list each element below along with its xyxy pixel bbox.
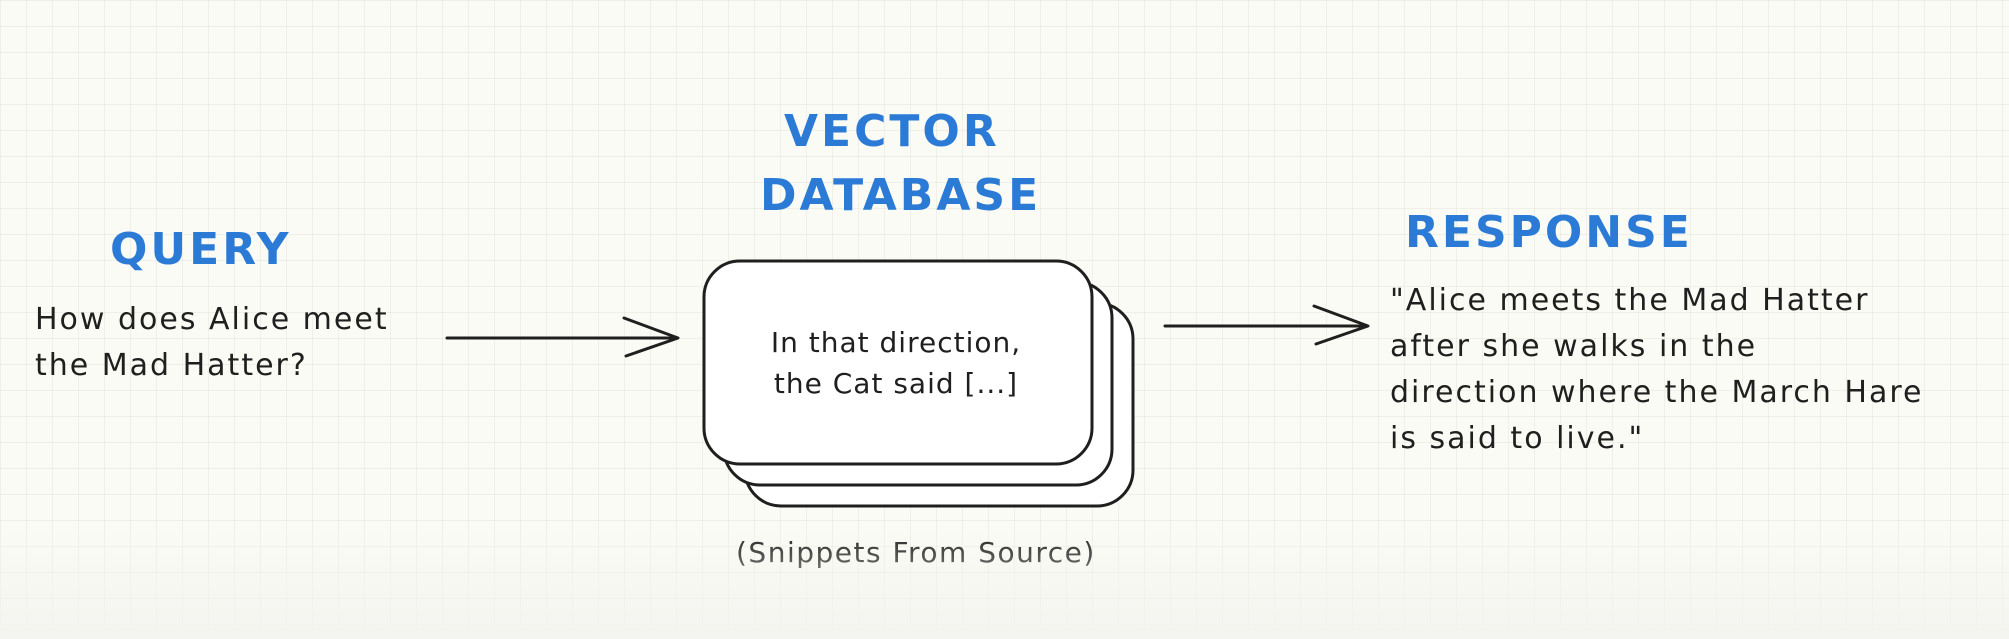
vector-database-heading-line: DATABASE	[760, 170, 1042, 221]
snippets-caption: (Snippets From Source)	[736, 536, 1096, 569]
response-line: is said to live."	[1390, 421, 1645, 456]
response-heading: RESPONSE	[1405, 207, 1693, 258]
query-heading: QUERY	[110, 224, 292, 275]
snippet-text: In that direction, the Cat said [...]	[726, 322, 1066, 404]
database-to-response-arrow	[1163, 304, 1370, 346]
query-line: the Mad Hatter?	[35, 348, 308, 383]
query-line: How does Alice meet	[35, 302, 389, 337]
query-to-database-arrow	[445, 316, 680, 358]
snippet-line: the Cat said [...]	[773, 367, 1019, 400]
vector-database-heading-line: VECTOR	[784, 106, 1000, 157]
response-line: after she walks in the	[1390, 329, 1758, 364]
query-text: How does Alice meet the Mad Hatter?	[35, 297, 389, 389]
response-text: "Alice meets the Mad Hatter after she wa…	[1390, 278, 1924, 462]
response-line: direction where the March Hare	[1390, 375, 1924, 410]
vector-database-heading: VECTOR DATABASE	[760, 100, 1090, 228]
snippet-line: In that direction,	[770, 326, 1022, 359]
response-line: "Alice meets the Mad Hatter	[1390, 283, 1870, 318]
